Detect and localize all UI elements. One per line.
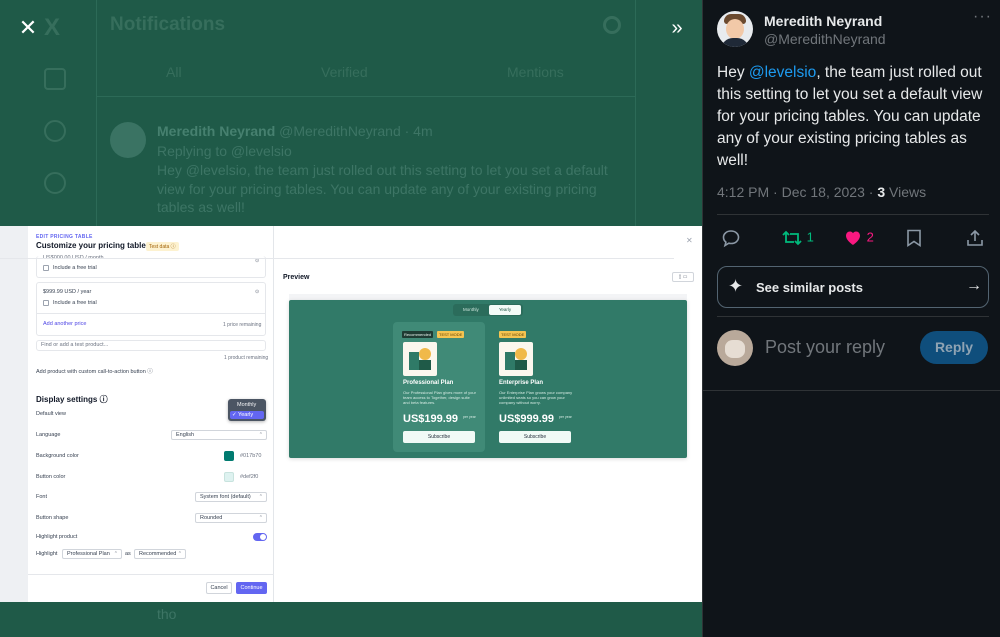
bookmark-icon	[907, 229, 921, 247]
cancel-button[interactable]: Cancel	[206, 582, 232, 594]
retweet-icon	[782, 230, 802, 246]
bell-icon	[44, 172, 66, 194]
bg-color-input[interactable]: #017b70	[224, 451, 261, 461]
bookmark-action[interactable]	[905, 228, 923, 248]
price-card: US$000.00 USD / month Include a free tri…	[36, 255, 266, 278]
font-select[interactable]: System font (default)	[195, 492, 267, 502]
preview-heading: Preview	[283, 274, 310, 281]
like-action[interactable]: 2	[843, 228, 874, 248]
sparkle-icon: ✦	[728, 276, 744, 296]
toggle-monthly[interactable]: Monthly	[463, 307, 479, 312]
reply-button[interactable]: Reply	[920, 331, 988, 364]
highlight-as-select[interactable]: Recommended	[134, 549, 186, 559]
language-select[interactable]: English	[171, 430, 267, 440]
expand-icon[interactable]: »	[660, 14, 688, 42]
like-count: 2	[866, 229, 874, 245]
settings-panel: EDIT PRICING TABLE Customize your pricin…	[28, 226, 274, 602]
highlight-plan-select[interactable]: Professional Plan	[62, 549, 122, 559]
x-logo-icon: X	[44, 14, 61, 41]
add-product-cta-link[interactable]: Add product with custom call-to-action b…	[36, 367, 153, 375]
highlight-toggle[interactable]	[253, 533, 267, 541]
retweet-action[interactable]: 1	[781, 228, 814, 248]
option-yearly[interactable]: ✓ Yearly	[230, 411, 264, 419]
reply-action[interactable]	[721, 228, 741, 248]
plan-illustration-icon	[403, 342, 437, 376]
test-mode-badge: TEST MODE	[499, 331, 527, 338]
button-color-input[interactable]: #def2f0	[224, 472, 258, 482]
notification-replying: Replying to @levelsio	[157, 143, 292, 159]
more-icon[interactable]: ···	[973, 8, 992, 26]
author-avatar[interactable]	[717, 11, 753, 47]
tweet-text: Hey @levelsio, the team just rolled out …	[717, 64, 983, 169]
subscribe-button[interactable]: Subscribe	[499, 431, 571, 443]
option-monthly[interactable]: Monthly	[237, 402, 256, 408]
home-icon	[44, 68, 66, 90]
see-similar-posts-button[interactable]: ✦ See similar posts →	[717, 266, 989, 308]
arrow-right-icon: →	[966, 277, 982, 294]
tweet-sidebar: Meredith Neyrand @MeredithNeyrand ··· He…	[702, 0, 1000, 637]
plan-card-enterprise: TEST MODE Enterprise Plan Our Enterprise…	[489, 322, 581, 452]
share-action[interactable]	[965, 228, 985, 248]
panel-title: Customize your pricing table	[36, 241, 146, 250]
page-title: Notifications	[110, 14, 226, 35]
mention-link[interactable]: @levelsio	[749, 64, 816, 81]
panel-eyebrow: EDIT PRICING TABLE	[36, 234, 93, 240]
default-view-dropdown[interactable]: Monthly ✓ Yearly	[228, 399, 266, 421]
toggle-yearly[interactable]: Yearly	[489, 305, 521, 315]
author-name[interactable]: Meredith Neyrand	[764, 13, 882, 29]
info-icon: ⊙	[255, 289, 260, 295]
price-card: $999.99 USD / year ⊙ Include a free tria…	[36, 282, 266, 336]
notification-text: Hey @levelsio, the team just rolled out …	[157, 162, 608, 178]
close-icon[interactable]: ✕	[14, 14, 42, 42]
user-avatar	[717, 330, 753, 366]
product-search-input[interactable]: Find or add a test product...	[36, 340, 266, 351]
tweet-meta: 4:12 PM · Dec 18, 2023 · 3 Views	[717, 184, 927, 200]
reply-icon	[722, 230, 740, 248]
notification-text: tables as well!	[157, 199, 245, 215]
retweet-count: 1	[806, 229, 814, 245]
author-handle[interactable]: @MeredithNeyrand	[764, 31, 886, 47]
avatar	[110, 122, 146, 158]
billing-toggle[interactable]: Monthly Yearly	[453, 304, 523, 316]
plan-illustration-icon	[499, 342, 533, 376]
search-icon	[44, 120, 66, 142]
plan-card-professional: Recommended TEST MODE Professional Plan …	[393, 322, 485, 452]
test-mode-badge: TEST MODE	[437, 331, 465, 338]
recommended-badge: Recommended	[402, 331, 434, 338]
button-shape-select[interactable]: Rounded	[195, 513, 267, 523]
tab-all: All	[166, 64, 182, 80]
gear-icon	[603, 16, 621, 34]
notification-text: view for your pricing tables. You can up…	[157, 181, 597, 197]
background-overlay: tho	[0, 602, 702, 637]
free-trial-checkbox[interactable]	[43, 265, 49, 271]
share-icon	[967, 229, 983, 246]
heart-icon	[846, 231, 860, 245]
device-toggle-icon[interactable]: ▯ ▭	[672, 272, 694, 282]
attached-image[interactable]: EDIT PRICING TABLE Customize your pricin…	[0, 226, 702, 602]
notification-author: Meredith Neyrand @MeredithNeyrand · 4m	[157, 123, 433, 139]
subscribe-button[interactable]: Subscribe	[403, 431, 475, 443]
add-price-link[interactable]: Add another price	[43, 321, 86, 327]
timestamp[interactable]: 4:12 PM · Dec 18, 2023 ·	[717, 184, 877, 200]
pricing-preview: Monthly Yearly Recommended TEST MODE Pro…	[289, 300, 687, 458]
test-data-badge: Test data ⓘ	[146, 242, 179, 251]
reply-input[interactable]: Post your reply	[765, 337, 885, 358]
views-count: 3	[877, 184, 886, 200]
close-icon[interactable]: ✕	[686, 236, 693, 245]
display-settings-heading: Display settings ⓘ	[36, 395, 108, 404]
free-trial-checkbox[interactable]	[43, 300, 49, 306]
tab-mentions: Mentions	[507, 64, 564, 80]
continue-button[interactable]: Continue	[236, 582, 267, 594]
tab-verified: Verified	[321, 64, 368, 80]
